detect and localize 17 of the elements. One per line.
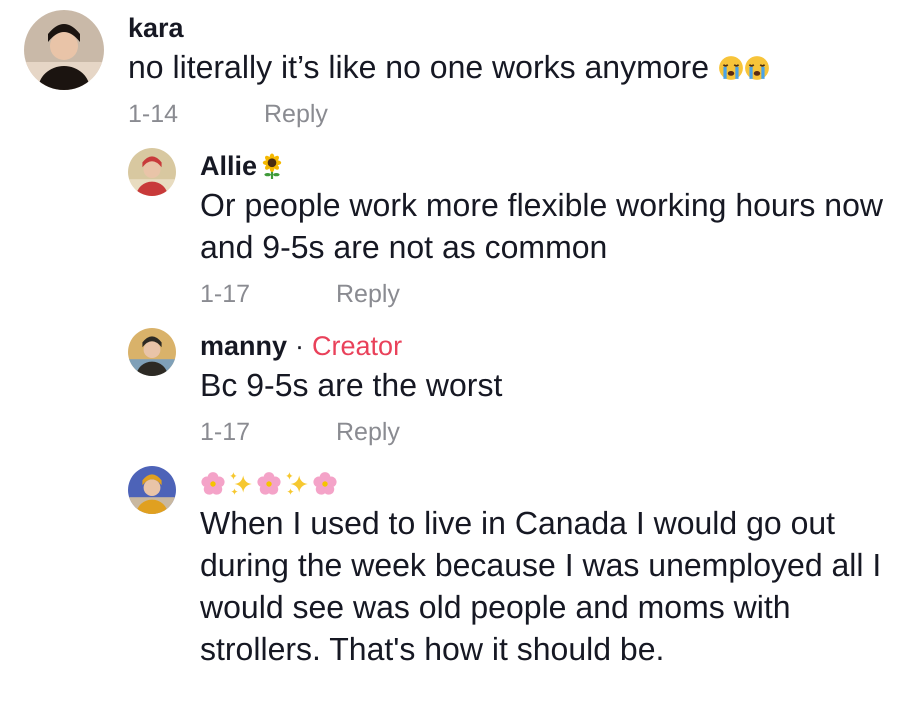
creator-label: Creator (312, 330, 402, 362)
comment-date: 1-17 (200, 280, 252, 308)
blossom-icon (312, 471, 338, 497)
comment-text: Bc 9-5s are the worst (200, 367, 502, 403)
crying-emoji-icon (718, 55, 744, 81)
username[interactable]: manny (200, 330, 288, 362)
comment-text: Or people work more flexible working hours now and 9-5s are not as common (200, 187, 883, 265)
comment-text: no literally it’s like no one works anymore (128, 49, 709, 85)
crying-emoji-icon (744, 55, 770, 81)
comment-text: When I used to live in Canada I would go out during the week because I was unemployed all I would see was old people and moms with strollers. That's how it should be. (200, 505, 882, 667)
separator-dot: · (295, 330, 304, 362)
comment-date: 1-17 (200, 418, 252, 446)
username[interactable]: Allie (200, 150, 258, 182)
comment-date: 1-14 (128, 100, 180, 128)
username[interactable]: kara (128, 12, 184, 44)
blossom-icon (256, 471, 282, 497)
blossom-icon (200, 471, 226, 497)
